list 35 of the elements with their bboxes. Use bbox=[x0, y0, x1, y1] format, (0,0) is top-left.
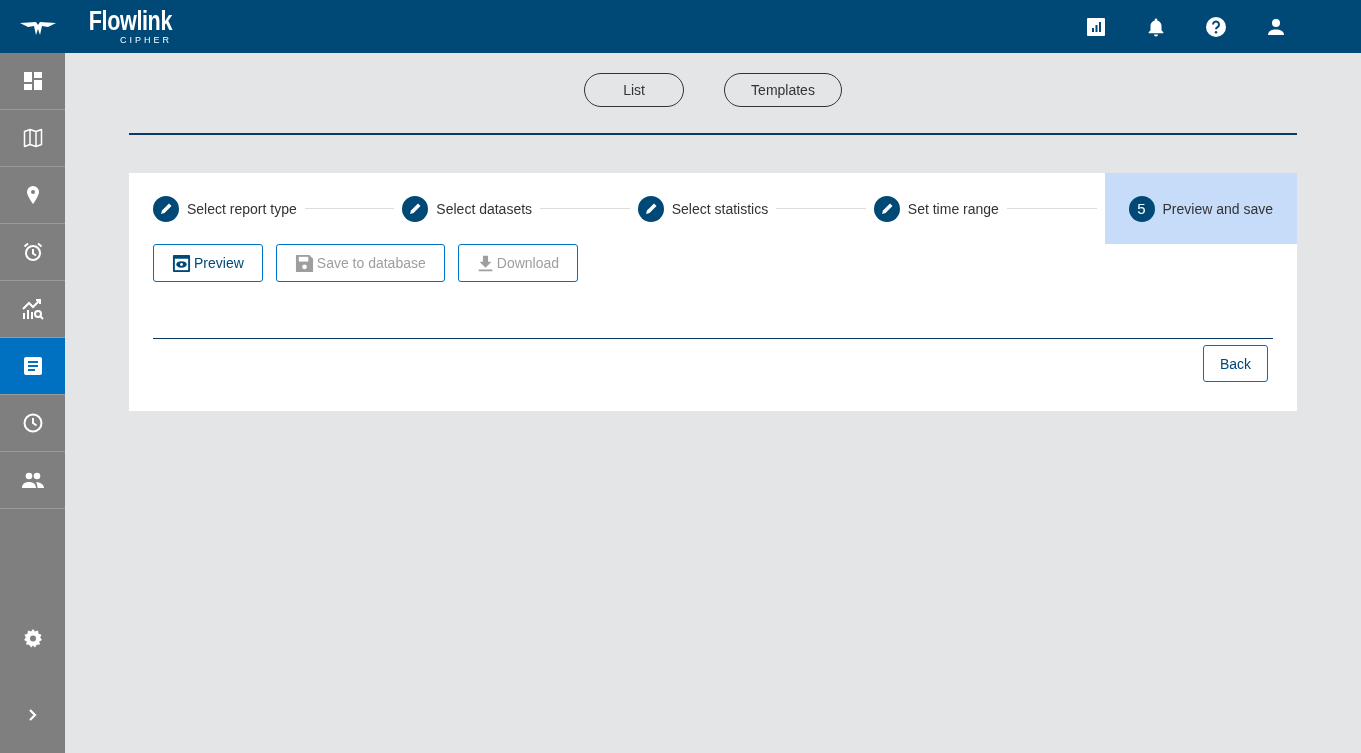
pencil-icon bbox=[873, 195, 900, 222]
wizard-step[interactable]: Set time range bbox=[873, 173, 999, 244]
step-label: Select datasets bbox=[436, 200, 533, 217]
step-number: 5 bbox=[1128, 195, 1155, 222]
step-label: Preview and save bbox=[1162, 200, 1274, 217]
sidebar-item[interactable] bbox=[0, 338, 65, 395]
eye-icon bbox=[172, 253, 191, 273]
step-label: Set time range bbox=[907, 200, 999, 217]
chevron-right-icon[interactable] bbox=[27, 708, 38, 722]
people-icon bbox=[21, 472, 44, 488]
pencil-icon bbox=[637, 195, 664, 222]
step-label: Select statistics bbox=[671, 200, 769, 217]
report-chart-icon[interactable] bbox=[1086, 16, 1106, 37]
settings-icon[interactable] bbox=[22, 629, 43, 649]
download-icon bbox=[476, 254, 494, 272]
wizard-step[interactable]: Select datasets bbox=[402, 173, 533, 244]
notifications-bell-icon[interactable] bbox=[1146, 16, 1166, 37]
current-step[interactable]: 5 Preview and save bbox=[1104, 173, 1298, 244]
brand-subtitle: CIPHER bbox=[120, 36, 172, 45]
help-icon[interactable] bbox=[1206, 16, 1226, 37]
brand-name: Flowlink bbox=[88, 8, 172, 35]
dashboard-icon bbox=[22, 71, 43, 91]
pencil-icon bbox=[153, 195, 179, 222]
pencil-icon bbox=[402, 195, 429, 222]
chart-search-icon bbox=[21, 298, 44, 320]
back-button[interactable]: Back bbox=[1202, 345, 1268, 382]
map-icon bbox=[22, 128, 43, 148]
document-icon bbox=[22, 356, 43, 376]
alarm-clock-icon bbox=[22, 242, 43, 262]
preview-button[interactable]: Preview bbox=[153, 244, 263, 282]
wizard-step[interactable]: Select report type bbox=[153, 173, 297, 244]
wizard-step[interactable]: Select statistics bbox=[637, 173, 769, 244]
clock-icon bbox=[22, 413, 43, 433]
user-icon[interactable] bbox=[1266, 16, 1286, 37]
step-label: Select report type bbox=[187, 200, 297, 217]
